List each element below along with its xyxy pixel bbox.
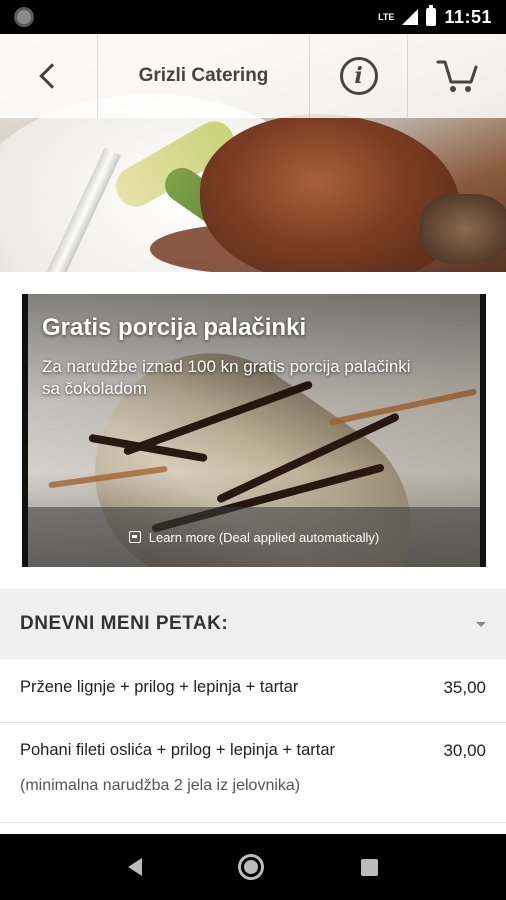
menu-section-header[interactable]: DNEVNI MENI PETAK:	[0, 589, 506, 659]
promo-deal-card[interactable]: Gratis porcija palačinki Za narudžbe izn…	[22, 294, 486, 567]
menu-item[interactable]: Pohani fileti oslića + prilog + lepinja …	[0, 723, 506, 823]
notification-icon	[14, 7, 34, 27]
signal-icon	[402, 9, 419, 25]
promo-description: Za narudžbe iznad 100 kn gratis porcija …	[42, 357, 411, 398]
menu-item-note: (minimalna narudžba 2 jela iz jelovnika)	[20, 777, 301, 794]
menu-item-name: Pržene lignje + prilog + lepinja + tarta…	[20, 678, 299, 696]
status-bar: LTE 11:51	[0, 0, 506, 34]
menu-item[interactable]: Pržene lignje + prilog + lepinja + tarta…	[0, 659, 506, 723]
tag-icon	[128, 531, 141, 543]
promo-learn-more[interactable]: Learn more (Deal applied automatically)	[28, 507, 480, 567]
chevron-down-icon	[476, 622, 486, 627]
chevron-left-icon	[38, 63, 65, 89]
status-icons: LTE 11:51	[378, 0, 492, 34]
network-type: LTE	[378, 11, 395, 22]
cart-icon	[436, 60, 478, 92]
info-icon: i	[339, 57, 378, 95]
promo-title: Gratis porcija palačinki	[42, 314, 307, 341]
menu-item-price: 30,00	[443, 741, 486, 760]
app-toolbar: Grizli Catering i	[0, 34, 506, 118]
back-button[interactable]	[0, 34, 98, 118]
nav-back-icon[interactable]	[128, 858, 143, 876]
nav-home-icon[interactable]	[238, 854, 265, 880]
system-navigation-bar	[0, 834, 506, 900]
menu-section-title: DNEVNI MENI PETAK:	[20, 613, 229, 634]
menu-item-name: Pohani fileti oslića + prilog + lepinja …	[20, 741, 336, 759]
menu-item-price: 35,00	[443, 678, 486, 697]
nav-recents-icon[interactable]	[360, 858, 378, 876]
page-title: Grizli Catering	[98, 34, 310, 118]
info-button[interactable]: i	[310, 34, 408, 118]
battery-icon	[426, 5, 437, 26]
promo-footer-text: Learn more (Deal applied automatically)	[148, 529, 380, 545]
cart-button[interactable]	[408, 34, 506, 118]
status-time: 11:51	[444, 6, 492, 27]
